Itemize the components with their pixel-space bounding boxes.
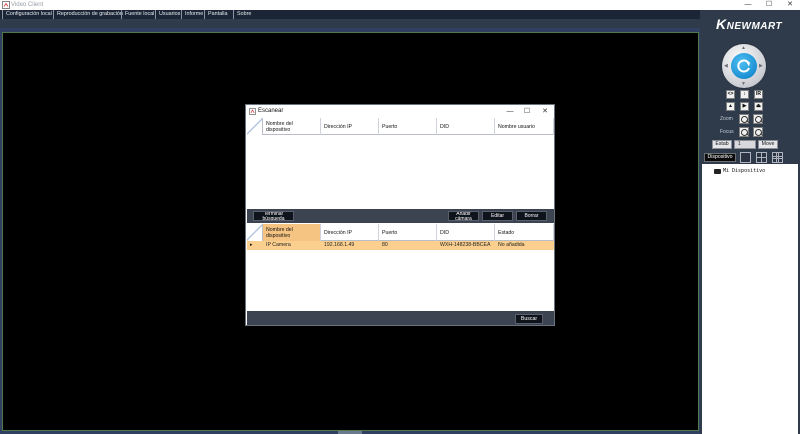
zoom-label: Zoom — [720, 116, 733, 122]
ir-button[interactable]: IR — [754, 90, 763, 99]
select-all-corner[interactable] — [247, 118, 263, 135]
device-tree: Mi Dispositivo — [702, 164, 798, 434]
ptz-down-icon[interactable]: ▼ — [741, 81, 746, 87]
layout-4-icon[interactable] — [756, 152, 767, 163]
device-list-grid[interactable] — [247, 241, 554, 311]
select-all-corner[interactable] — [247, 224, 263, 241]
column-header[interactable]: Puerto — [379, 224, 437, 241]
focus-label: Focus — [720, 129, 734, 135]
ptz-left-icon[interactable]: ◀ — [724, 63, 728, 69]
add-camera-button[interactable]: Añadir cámara — [448, 211, 479, 221]
dialog-titlebar: Escanear — ☐ ✕ — [246, 105, 554, 118]
maximize-button[interactable]: ☐ — [761, 0, 777, 10]
dialog-close-button[interactable]: ✕ — [537, 105, 553, 118]
menu-usuarios[interactable]: Usuarios — [155, 10, 180, 19]
column-header[interactable]: DID — [437, 224, 495, 241]
estab-button[interactable]: Estab — [712, 140, 732, 149]
flip-vertical-button[interactable]: ↕ — [740, 90, 749, 99]
menu-informe[interactable]: Informe — [181, 10, 203, 19]
dialog-toolbar: Terminar búsqueda Añadir cámara Editar B… — [247, 209, 554, 223]
preset-select[interactable]: 1 — [734, 140, 756, 149]
table-row[interactable]: ▸ IP Camera 192.168.1.49 80 WXH-148238-B… — [247, 241, 554, 250]
cell-port: 80 — [382, 242, 388, 248]
cruise-up-button[interactable]: ▲ — [726, 102, 735, 111]
menu-sobre[interactable]: Sobre — [233, 10, 251, 19]
edit-button[interactable]: Editar — [482, 211, 513, 221]
column-header[interactable]: Dirección IP — [321, 118, 379, 135]
tree-item-mi-dispositivo[interactable]: Mi Dispositivo — [714, 168, 765, 174]
device-list-header: Nombre del dispositivo Dirección IP Puer… — [247, 224, 554, 241]
app-icon — [2, 1, 10, 9]
column-header[interactable]: DID — [437, 118, 495, 135]
dialog-title: Escanear — [258, 108, 284, 114]
focus-out-icon[interactable] — [753, 127, 763, 137]
close-button[interactable]: ✕ — [782, 0, 798, 10]
ptz-up-icon[interactable]: ▲ — [741, 45, 746, 51]
window-titlebar: Video Client — ☐ ✕ — [0, 0, 800, 10]
tab-dispositivo[interactable]: Dispositivo — [704, 153, 736, 162]
search-button[interactable]: Buscar — [515, 314, 543, 324]
menu-pantalla[interactable]: Pantalla — [204, 10, 227, 19]
cell-ip: 192.168.1.49 — [324, 242, 355, 248]
focus-in-icon[interactable] — [739, 127, 749, 137]
window-title: Video Client — [11, 2, 44, 8]
play-button[interactable]: ▶ — [740, 102, 749, 111]
column-header[interactable]: Dirección IP — [321, 224, 379, 241]
folder-icon — [714, 168, 721, 174]
stop-search-button[interactable]: Terminar búsqueda — [253, 211, 294, 221]
layout-9-icon[interactable] — [772, 152, 783, 163]
minimize-button[interactable]: — — [740, 0, 756, 10]
layout-1-icon[interactable] — [740, 152, 751, 163]
menu-bar: Configuración local Reproducción de grab… — [0, 10, 700, 19]
dialog-minimize-button[interactable]: — — [502, 105, 518, 118]
scan-dialog: Escanear — ☐ ✕ Nombre del dispositivo Di… — [245, 104, 555, 326]
search-results-header: Nombre del dispositivo Dirección IP Puer… — [247, 118, 554, 135]
column-header[interactable]: Nombre del dispositivo — [263, 224, 321, 241]
menu-fuente-local[interactable]: Fuente local — [121, 10, 154, 19]
refresh-icon — [737, 59, 750, 73]
menu-reproduccion-grabacion[interactable]: Reproducción de grabación — [53, 10, 123, 19]
cell-name: IP Camera — [266, 242, 291, 248]
dialog-app-icon — [249, 108, 256, 115]
delete-button[interactable]: Borrar — [516, 211, 547, 221]
move-button[interactable]: Move — [758, 140, 778, 149]
ptz-right-icon[interactable]: ▶ — [759, 63, 763, 69]
column-header[interactable]: Nombre usuario — [495, 118, 554, 135]
cell-did: WXH-148238-BBCEA — [440, 242, 491, 248]
cell-status: No añadida — [498, 242, 525, 248]
brand-logo: KNEWMART — [716, 16, 783, 32]
menu-configuracion-local[interactable]: Configuración local — [2, 10, 52, 19]
dialog-maximize-button[interactable]: ☐ — [519, 105, 535, 118]
search-results-grid[interactable] — [247, 135, 554, 209]
ptz-center-button[interactable] — [731, 53, 757, 79]
column-header[interactable]: Estado — [495, 224, 554, 241]
zoom-out-icon[interactable] — [753, 114, 763, 124]
dialog-footer — [247, 311, 554, 325]
zoom-in-icon[interactable] — [739, 114, 749, 124]
column-header[interactable]: Nombre del dispositivo — [263, 118, 321, 135]
snapshot-button[interactable]: ⏏ — [754, 102, 763, 111]
column-header[interactable]: Puerto — [379, 118, 437, 135]
flip-horizontal-button[interactable]: <> — [726, 90, 735, 99]
row-marker-icon: ▸ — [250, 242, 253, 248]
